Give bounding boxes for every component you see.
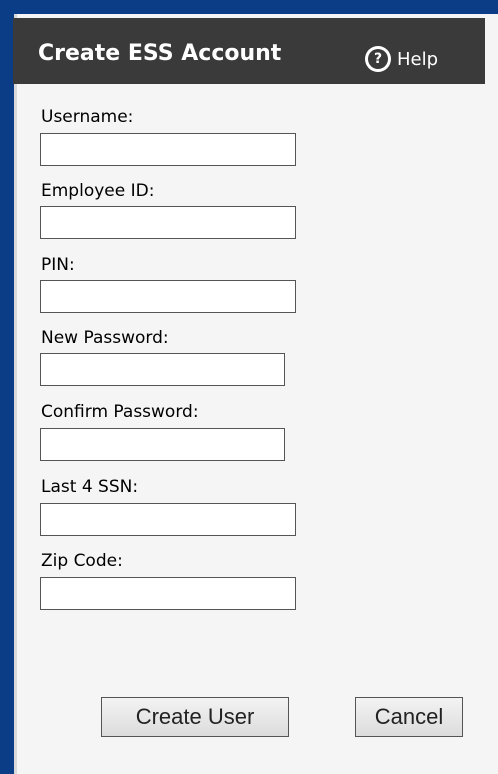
dialog-title: Create ESS Account <box>38 41 282 66</box>
help-label[interactable]: Help <box>397 49 438 70</box>
last4-ssn-label: Last 4 SSN: <box>41 477 139 497</box>
confirm-password-field[interactable] <box>40 428 285 461</box>
new-password-field[interactable] <box>40 353 285 386</box>
help-button[interactable]: ? Help <box>365 46 438 72</box>
zip-code-label: Zip Code: <box>41 551 123 571</box>
confirm-password-label: Confirm Password: <box>41 402 199 422</box>
pin-field[interactable] <box>40 280 296 313</box>
create-user-button[interactable]: Create User <box>101 697 289 737</box>
create-ess-account-dialog <box>14 14 498 774</box>
pin-label: PIN: <box>41 255 75 275</box>
dialog-titlebar: Create ESS Account ? Help <box>13 18 485 84</box>
help-icon-glyph: ? <box>368 49 388 69</box>
cancel-button[interactable]: Cancel <box>355 697 463 737</box>
help-icon[interactable]: ? <box>365 46 391 72</box>
employee-id-label: Employee ID: <box>41 181 155 201</box>
username-field[interactable] <box>40 133 296 166</box>
employee-id-field[interactable] <box>40 206 296 239</box>
username-label: Username: <box>41 107 134 127</box>
last4-ssn-field[interactable] <box>40 503 296 536</box>
zip-code-field[interactable] <box>40 577 296 610</box>
new-password-label: New Password: <box>41 328 169 348</box>
